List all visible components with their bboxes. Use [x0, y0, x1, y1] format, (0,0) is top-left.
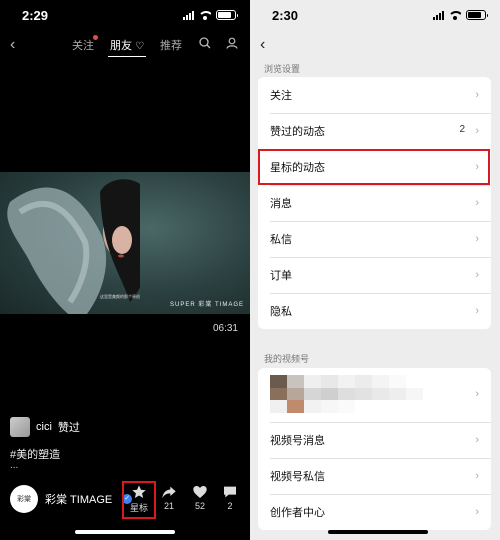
share-button[interactable]: 21 — [154, 482, 184, 511]
heart-icon — [193, 486, 207, 498]
like-count: 52 — [194, 501, 205, 511]
back-arrow-icon[interactable]: ‹ — [260, 36, 265, 54]
feed-tabs: 关注 朋友 ♡ 推荐 — [72, 35, 182, 57]
star-highlight-box — [122, 481, 156, 519]
pixelated-channel-avatar — [270, 375, 440, 413]
video-feed-screen: 2:29 ‹ 关注 朋友 ♡ 推荐 这里是美颜的那个原创 SUPER 彩棠 TI… — [0, 0, 250, 540]
status-bar: 2:29 — [0, 0, 250, 30]
comment-button[interactable]: 2 — [215, 482, 245, 511]
settings-screen: 2:30 ‹ 浏览设置 关注 › 赞过的动态 2 › 星标的动态 › 消息 › 私信 › 订… — [250, 0, 500, 540]
list-item-messages[interactable]: 消息 › — [258, 185, 491, 221]
channel-account-row[interactable]: › — [258, 368, 491, 422]
chevron-right-icon: › — [475, 434, 479, 446]
chevron-right-icon: › — [475, 125, 479, 137]
creator-info[interactable]: 彩棠 彩棠 TIMAGE ✓ — [10, 485, 133, 513]
wifi-icon — [449, 10, 461, 20]
tab-friends[interactable]: 朋友 ♡ — [107, 37, 147, 57]
section-title-browse: 浏览设置 — [264, 64, 301, 74]
video-frame-image — [7, 179, 140, 314]
creator-name: 彩棠 TIMAGE — [45, 494, 113, 506]
search-icon[interactable] — [199, 36, 211, 54]
share-count: 21 — [163, 501, 174, 511]
liker-action: 赞过 — [57, 422, 80, 434]
chevron-right-icon: › — [475, 89, 479, 101]
home-indicator — [328, 530, 428, 534]
back-arrow-icon[interactable]: ‹ — [10, 36, 15, 54]
battery-icon — [466, 10, 488, 20]
heart-outline-icon: ♡ — [135, 41, 145, 52]
notification-dot — [93, 35, 98, 40]
list-item-private-messages[interactable]: 私信 › — [258, 221, 491, 257]
list-item-channel-private-messages[interactable]: 视频号私信 › — [258, 458, 491, 494]
video-duration: 06:31 — [212, 323, 238, 334]
home-indicator — [75, 530, 175, 534]
like-button[interactable]: 52 — [185, 482, 215, 511]
list-item-creator-center[interactable]: 创作者中心 › — [258, 494, 491, 530]
liked-count: 2 — [459, 124, 465, 135]
video-subtitle: 这里是美颜的那个原创 — [100, 294, 140, 299]
status-time: 2:30 — [272, 8, 299, 23]
cellular-signal-icon — [183, 10, 194, 20]
comment-count: 2 — [227, 501, 233, 511]
profile-icon[interactable] — [226, 36, 238, 54]
chevron-right-icon: › — [475, 161, 479, 173]
status-bar: 2:30 — [250, 0, 500, 30]
video-watermark: SUPER 彩棠 TIMAGE — [169, 302, 244, 308]
tab-recommended[interactable]: 推荐 — [160, 37, 182, 53]
liker-avatar — [10, 417, 30, 437]
chevron-right-icon: › — [475, 197, 479, 209]
list-item-privacy[interactable]: 隐私 › — [258, 293, 491, 329]
list-item-starred-posts[interactable]: 星标的动态 › — [258, 149, 491, 185]
chevron-right-icon: › — [475, 506, 479, 518]
video-player[interactable]: 这里是美颜的那个原创 SUPER 彩棠 TIMAGE — [0, 172, 250, 314]
chevron-right-icon: › — [475, 388, 479, 400]
browse-settings-list: 关注 › 赞过的动态 2 › 星标的动态 › 消息 › 私信 › 订单 › 隐私 › — [258, 77, 491, 329]
wifi-icon — [199, 10, 211, 20]
tab-following[interactable]: 关注 — [72, 35, 98, 53]
comment-bubble-icon — [224, 486, 236, 498]
more-text-ellipsis[interactable]: ... — [10, 460, 18, 471]
creator-avatar: 彩棠 — [10, 485, 38, 513]
battery-icon — [216, 10, 238, 20]
chevron-right-icon: › — [475, 269, 479, 281]
chevron-right-icon: › — [475, 470, 479, 482]
section-title-channel: 我的视频号 — [264, 354, 310, 364]
channel-settings-list: › 视频号消息 › 视频号私信 › 创作者中心 › — [258, 368, 491, 530]
status-time: 2:29 — [22, 8, 49, 23]
feed-top-nav: ‹ 关注 朋友 ♡ 推荐 — [0, 34, 250, 57]
chevron-right-icon: › — [475, 233, 479, 245]
list-item-following[interactable]: 关注 › — [258, 77, 491, 113]
list-item-orders[interactable]: 订单 › — [258, 257, 491, 293]
list-item-liked-posts[interactable]: 赞过的动态 2 › — [258, 113, 491, 149]
share-arrow-icon — [162, 486, 176, 498]
liker-name: cici — [36, 421, 52, 433]
cellular-signal-icon — [433, 10, 444, 20]
list-item-channel-messages[interactable]: 视频号消息 › — [258, 422, 491, 458]
liked-by-row[interactable]: cici 赞过 — [10, 417, 80, 437]
chevron-right-icon: › — [475, 305, 479, 317]
